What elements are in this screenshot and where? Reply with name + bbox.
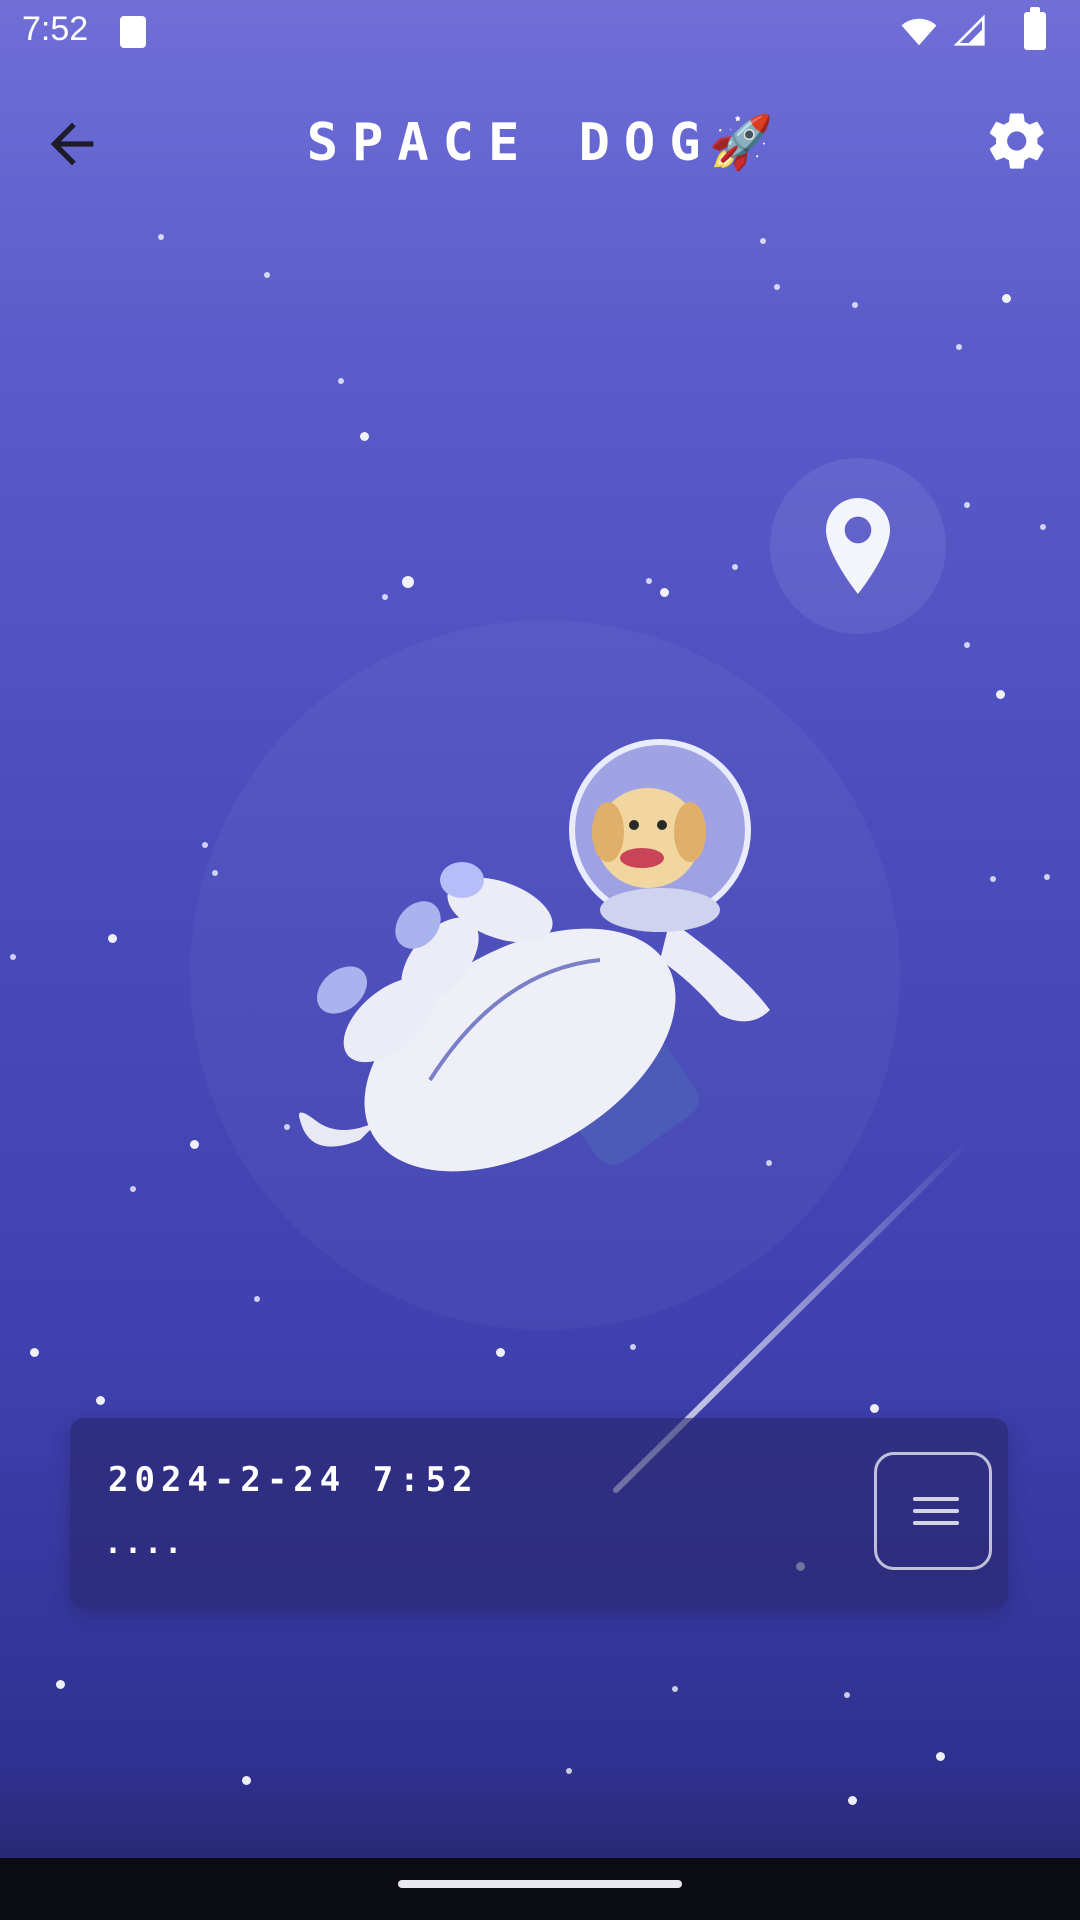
- hamburger-menu-icon: [913, 1521, 959, 1525]
- star: [672, 1686, 678, 1692]
- gear-icon: [989, 113, 1044, 169]
- rocket-icon: 🚀: [708, 113, 774, 173]
- hamburger-menu-icon: [913, 1509, 959, 1513]
- star: [96, 1396, 105, 1405]
- hamburger-menu-icon: [913, 1497, 959, 1501]
- star: [964, 642, 970, 648]
- star: [774, 284, 780, 290]
- star: [1002, 294, 1011, 303]
- status-time: 7:52: [22, 10, 89, 48]
- info-card: 2024-2-24 7:52 ....: [70, 1418, 1008, 1608]
- star: [566, 1768, 572, 1774]
- star: [732, 564, 738, 570]
- star: [382, 594, 388, 600]
- star: [852, 302, 858, 308]
- star: [242, 1776, 251, 1785]
- star: [760, 238, 766, 244]
- star: [254, 1296, 260, 1302]
- status-text: ....: [104, 1526, 185, 1561]
- star: [338, 378, 344, 384]
- star: [190, 1140, 199, 1149]
- wifi-icon: [901, 18, 937, 46]
- star: [1044, 874, 1050, 880]
- page-title-text: SPACE DOG: [306, 113, 715, 173]
- star: [130, 1186, 136, 1192]
- star: [1040, 524, 1046, 530]
- cell-signal-icon: [954, 14, 985, 46]
- star: [30, 1348, 39, 1357]
- battery-icon: [1024, 7, 1046, 50]
- home-gesture-handle[interactable]: [398, 1880, 682, 1888]
- datetime-label: 2024-2-24 7:52: [108, 1460, 479, 1500]
- star: [264, 272, 270, 278]
- star: [956, 344, 962, 350]
- star: [158, 234, 164, 240]
- map-pin-icon: [826, 498, 890, 594]
- star: [108, 934, 117, 943]
- app-bar: SPACE DOG🚀: [0, 96, 1080, 186]
- star: [402, 576, 414, 588]
- location-button[interactable]: [770, 458, 946, 634]
- status-bar: 7:52: [0, 0, 1080, 64]
- star: [936, 1752, 945, 1761]
- star: [964, 502, 970, 508]
- page-title: SPACE DOG🚀: [0, 112, 1080, 173]
- star: [56, 1680, 65, 1689]
- star: [10, 954, 16, 960]
- star: [990, 876, 996, 882]
- star: [996, 690, 1005, 699]
- sd-card-icon: [120, 16, 146, 48]
- system-nav-bar: [0, 1858, 1080, 1920]
- star: [848, 1796, 857, 1805]
- star: [646, 578, 652, 584]
- star: [496, 1348, 505, 1357]
- menu-button[interactable]: [874, 1452, 992, 1570]
- star: [660, 588, 669, 597]
- settings-button[interactable]: [984, 108, 1050, 174]
- star: [844, 1692, 850, 1698]
- star: [202, 842, 208, 848]
- star: [360, 432, 369, 441]
